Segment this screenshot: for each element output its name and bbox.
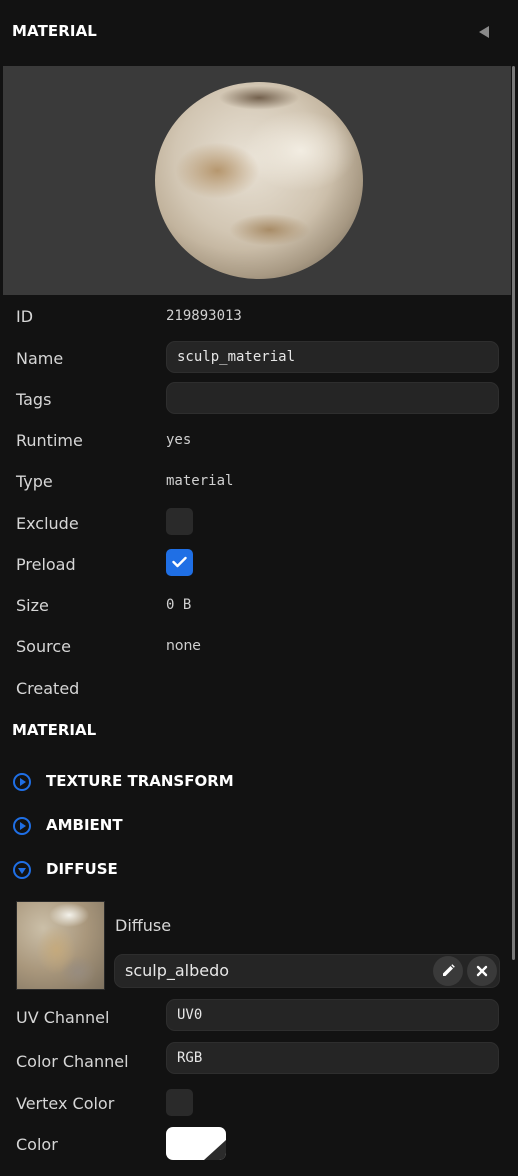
panel-title: MATERIAL [12, 22, 97, 40]
type-label: Type [16, 472, 53, 491]
tags-label: Tags [16, 390, 52, 409]
material-sphere-preview [155, 82, 363, 279]
close-icon [476, 965, 488, 977]
expand-down-icon [13, 861, 31, 879]
preload-label: Preload [16, 555, 76, 574]
remove-texture-button[interactable] [467, 956, 497, 986]
group-label: DIFFUSE [46, 860, 118, 878]
source-label: Source [16, 637, 71, 656]
material-section-title: MATERIAL [12, 721, 97, 739]
tags-input[interactable] [166, 382, 499, 414]
color-label: Color [16, 1135, 58, 1154]
group-ambient[interactable]: AMBIENT [12, 814, 502, 838]
runtime-value: yes [166, 432, 192, 448]
group-texture-transform[interactable]: TEXTURE TRANSFORM [12, 770, 502, 794]
name-label: Name [16, 349, 64, 368]
uv-channel-label: UV Channel [16, 1008, 110, 1027]
color-channel-select[interactable]: RGB [166, 1042, 499, 1074]
preload-checkbox[interactable] [166, 549, 193, 576]
size-label: Size [16, 596, 49, 615]
name-input[interactable]: sculp_material [166, 341, 499, 373]
expand-right-icon [13, 817, 31, 835]
id-label: ID [16, 307, 34, 326]
diffuse-texture-thumbnail[interactable] [16, 901, 105, 990]
material-preview [3, 66, 511, 295]
edit-texture-button[interactable] [433, 956, 463, 986]
panel-header: MATERIAL [0, 0, 518, 64]
caret-left-icon [479, 26, 489, 38]
group-label: AMBIENT [46, 816, 123, 834]
type-value: material [166, 473, 234, 489]
vertex-color-checkbox[interactable] [166, 1089, 193, 1116]
size-value: 0 B [166, 597, 192, 613]
source-value: none [166, 638, 201, 654]
color-swatch[interactable] [166, 1127, 226, 1160]
exclude-checkbox[interactable] [166, 508, 193, 535]
group-label: TEXTURE TRANSFORM [46, 772, 234, 790]
created-label: Created [16, 679, 80, 698]
collapse-panel-button[interactable] [476, 24, 492, 40]
id-value: 219893013 [166, 308, 242, 324]
pencil-icon [443, 964, 455, 976]
color-channel-label: Color Channel [16, 1052, 129, 1071]
vertex-color-label: Vertex Color [16, 1094, 115, 1113]
runtime-label: Runtime [16, 431, 83, 450]
diffuse-texture-name: sculp_albedo [125, 961, 230, 980]
uv-channel-select[interactable]: UV0 [166, 999, 499, 1031]
exclude-label: Exclude [16, 514, 79, 533]
scrollbar[interactable] [512, 66, 515, 960]
diffuse-texture-label: Diffuse [115, 916, 172, 935]
check-icon [172, 556, 187, 568]
expand-right-icon [13, 773, 31, 791]
diffuse-texture-field[interactable]: sculp_albedo [114, 954, 500, 988]
group-diffuse[interactable]: DIFFUSE [12, 858, 502, 882]
